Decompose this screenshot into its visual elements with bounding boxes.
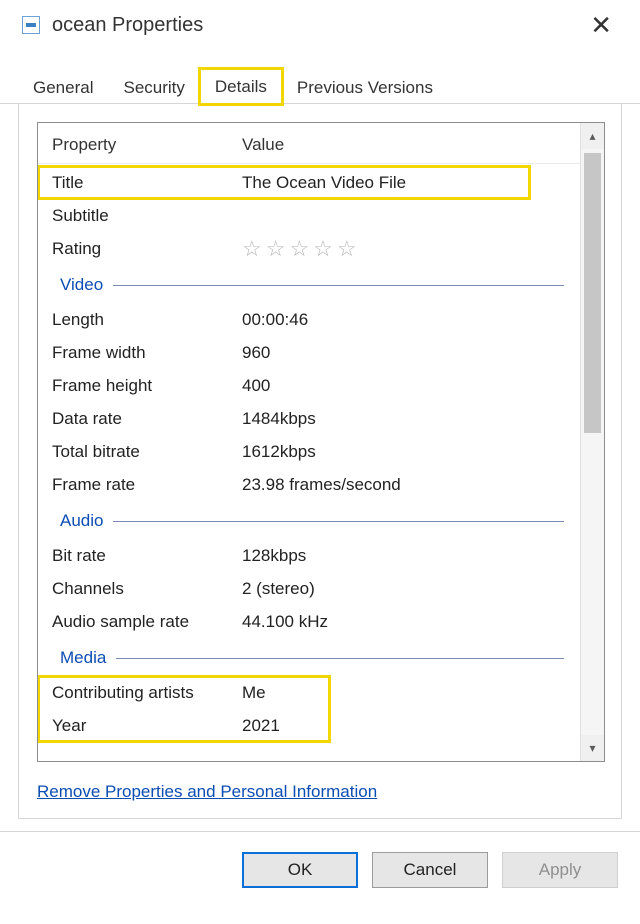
file-icon — [22, 16, 40, 34]
section-video: Video — [38, 271, 580, 299]
row-channels[interactable]: Channels 2 (stereo) — [38, 572, 580, 605]
row-contributing-artists[interactable]: Contributing artists Me — [38, 676, 330, 709]
row-frame-rate[interactable]: Frame rate 23.98 frames/second — [38, 468, 580, 501]
window-title: ocean Properties — [52, 14, 203, 37]
rating-stars-icon[interactable]: ☆☆☆☆☆ — [242, 236, 580, 262]
highlight-media-block: Contributing artists Me Year 2021 — [38, 676, 330, 742]
ok-button[interactable]: OK — [242, 852, 358, 888]
column-value: Value — [242, 135, 580, 155]
row-total-bitrate[interactable]: Total bitrate 1612kbps — [38, 435, 580, 468]
scroll-up-icon[interactable]: ▴ — [581, 123, 604, 149]
scroll-down-icon[interactable]: ▾ — [581, 735, 604, 761]
tab-previous-versions[interactable]: Previous Versions — [282, 70, 448, 104]
row-audio-sample-rate[interactable]: Audio sample rate 44.100 kHz — [38, 605, 580, 638]
close-icon[interactable]: ✕ — [584, 12, 618, 38]
tab-strip: General Security Details Previous Versio… — [0, 62, 640, 104]
button-row: OK Cancel Apply — [0, 831, 640, 902]
titlebar: ocean Properties ✕ — [0, 0, 640, 44]
column-headers: Property Value — [38, 131, 580, 164]
column-property: Property — [52, 135, 242, 155]
vertical-scrollbar[interactable]: ▴ ▾ — [580, 123, 604, 761]
property-list: Property Value Title The Ocean Video Fil… — [37, 122, 605, 762]
tab-general[interactable]: General — [18, 70, 108, 104]
row-bit-rate[interactable]: Bit rate 128kbps — [38, 539, 580, 572]
remove-properties-link[interactable]: Remove Properties and Personal Informati… — [37, 782, 605, 802]
row-data-rate[interactable]: Data rate 1484kbps — [38, 402, 580, 435]
row-title[interactable]: Title The Ocean Video File — [38, 166, 530, 199]
scroll-thumb[interactable] — [584, 153, 601, 433]
cancel-button[interactable]: Cancel — [372, 852, 488, 888]
row-frame-height[interactable]: Frame height 400 — [38, 369, 580, 402]
row-subtitle[interactable]: Subtitle — [38, 199, 580, 232]
row-year[interactable]: Year 2021 — [38, 709, 330, 742]
tab-panel: Property Value Title The Ocean Video Fil… — [18, 104, 622, 819]
row-length[interactable]: Length 00:00:46 — [38, 303, 580, 336]
tab-details[interactable]: Details — [200, 69, 282, 104]
section-audio: Audio — [38, 507, 580, 535]
row-rating[interactable]: Rating ☆☆☆☆☆ — [38, 232, 580, 265]
apply-button[interactable]: Apply — [502, 852, 618, 888]
row-frame-width[interactable]: Frame width 960 — [38, 336, 580, 369]
tab-security[interactable]: Security — [108, 70, 199, 104]
section-media: Media — [38, 644, 580, 672]
